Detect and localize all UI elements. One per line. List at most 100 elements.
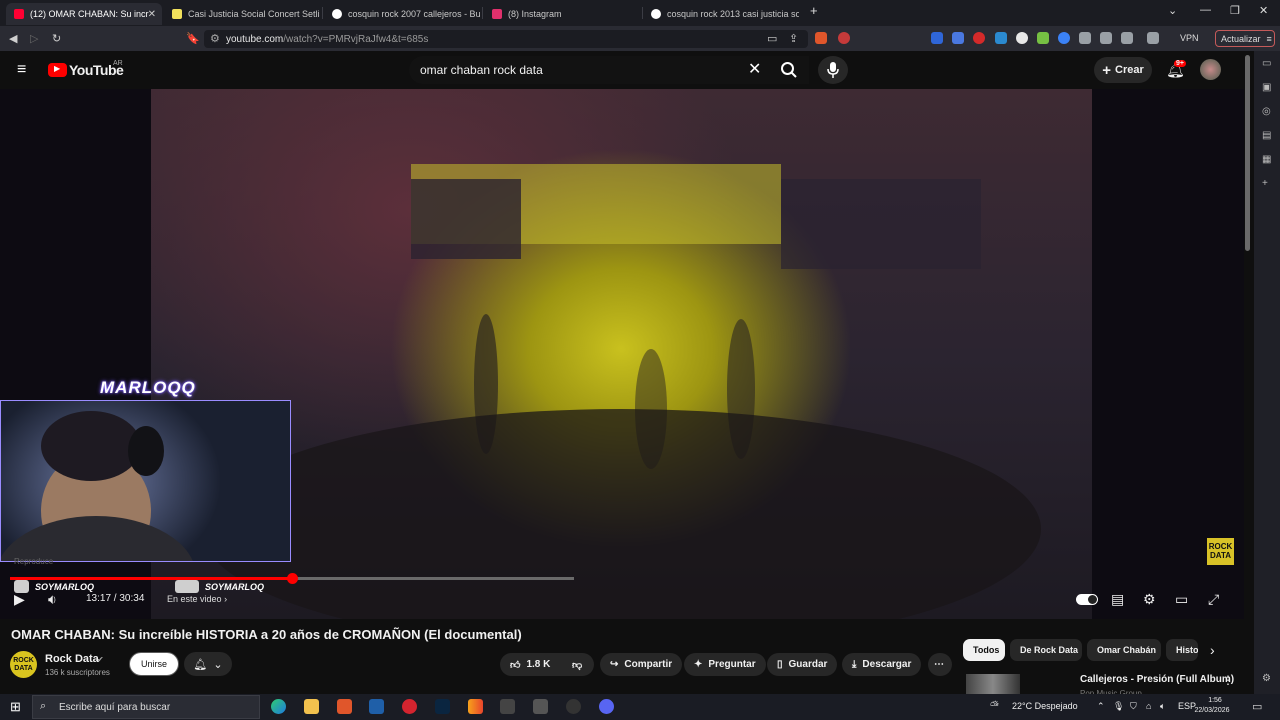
photoshop-icon[interactable] [435, 699, 450, 714]
join-button[interactable]: Unirse [129, 652, 179, 676]
extension-8-icon[interactable] [1079, 32, 1091, 44]
sidebar-add-icon[interactable]: + [1262, 178, 1268, 189]
scrollbar-thumb[interactable] [1245, 55, 1250, 251]
tray-overflow-icon[interactable]: ⌃ [1097, 701, 1105, 712]
share-button[interactable]: ↪ Compartir [600, 653, 683, 676]
wallet-icon[interactable] [1147, 32, 1159, 44]
edge-icon[interactable] [271, 699, 286, 714]
taskbar-search-input[interactable]: Escribe aquí para buscar [32, 695, 260, 719]
security-tray-icon[interactable]: ⛉ [1130, 701, 1137, 712]
share-icon[interactable]: ⇪ [789, 32, 798, 45]
extension-2-icon[interactable] [952, 32, 964, 44]
recommended-thumbnail[interactable] [966, 674, 1020, 694]
recommended-more-icon[interactable]: ⋮ [1222, 673, 1234, 687]
obs-icon[interactable] [566, 699, 581, 714]
app-icon[interactable] [533, 699, 548, 714]
tab-search-chevron-icon[interactable]: ⌄ [1168, 4, 1177, 17]
music-icon[interactable] [1100, 32, 1112, 44]
volume-icon[interactable]: 🔉︎ [48, 591, 57, 608]
mic-tray-icon[interactable]: 🎙︎ [1113, 701, 1124, 712]
extension-3-icon[interactable] [973, 32, 985, 44]
tab-label: cosquin rock 2013 casi justicia social [667, 9, 799, 19]
subscription-bell-button[interactable]: 🔔︎ ⌄ [184, 652, 232, 676]
fullscreen-icon[interactable]: ⤢ [1208, 591, 1219, 608]
taskbar-clock[interactable]: 1:56 22/03/2026 [1194, 696, 1230, 716]
chapter-button[interactable]: En este video › [167, 594, 227, 604]
sidebar-icon-5[interactable]: ▦ [1262, 154, 1271, 165]
brave-shields-icon[interactable] [815, 32, 827, 44]
reader-icon[interactable]: ▭ [767, 32, 777, 45]
close-tab-icon[interactable]: ✕ [148, 9, 156, 20]
miniplayer-icon[interactable]: ▭ [1175, 591, 1188, 608]
more-actions-button[interactable]: ⋯ [928, 653, 952, 676]
chips-next-chevron-icon[interactable]: › [1210, 642, 1215, 658]
channel-avatar[interactable]: ROCK DATA [10, 651, 37, 678]
notification-center-icon[interactable]: ▭ [1252, 700, 1262, 713]
clear-search-icon[interactable]: ✕ [748, 59, 761, 79]
scrubber-knob[interactable] [287, 573, 298, 584]
tab-youtube[interactable]: (12) OMAR CHABAN: Su incr ✕ [6, 3, 162, 25]
chip-historia[interactable]: Histo [1166, 639, 1198, 661]
reload-icon[interactable]: ↻ [52, 32, 61, 45]
weather-text[interactable]: 22°C Despejado [1012, 701, 1078, 711]
sidebar-settings-icon[interactable]: ⚙ [1262, 673, 1271, 684]
ask-button[interactable]: ✦ Preguntar [684, 653, 766, 676]
create-button[interactable]: + Crear [1094, 57, 1152, 83]
back-icon[interactable]: ◀ [9, 32, 17, 45]
bell-icon: 🔔︎ [193, 658, 208, 671]
forward-icon[interactable]: ▷ [30, 32, 38, 45]
download-button[interactable]: ⤓ Descargar [842, 653, 922, 676]
progress-bar[interactable] [10, 573, 574, 584]
settings-gear-icon[interactable]: ⚙ [1143, 591, 1156, 608]
sidebar-icon-3[interactable]: ◎ [1262, 106, 1271, 117]
capcut-icon[interactable] [500, 699, 515, 714]
file-explorer-icon[interactable] [304, 699, 319, 714]
search-button[interactable] [770, 56, 808, 84]
recommended-title[interactable]: Callejeros - Presión (Full Album) [1080, 674, 1234, 685]
chip-de-rock-data[interactable]: De Rock Data [1010, 639, 1082, 661]
app-v-icon[interactable] [369, 699, 384, 714]
maximize-icon[interactable]: ❐ [1230, 4, 1240, 17]
brave-rewards-icon[interactable] [838, 32, 850, 44]
chip-omar-chaban[interactable]: Omar Chabán [1087, 639, 1161, 661]
tab-setlist[interactable]: Casi Justicia Social Concert Setlist at [164, 3, 320, 25]
play-icon[interactable]: ▶ [14, 591, 25, 608]
hamburger-menu-icon[interactable]: ≡ [17, 61, 26, 79]
dislike-button[interactable]: 👎︎ [564, 653, 594, 676]
opera-icon[interactable] [402, 699, 417, 714]
account-avatar[interactable] [1200, 59, 1221, 80]
sidebar-icon-4[interactable]: ▤ [1262, 130, 1271, 141]
volume-tray-icon[interactable]: 🔈︎ [1160, 701, 1165, 712]
network-tray-icon[interactable]: ⌂ [1146, 701, 1151, 711]
voice-search-button[interactable] [818, 56, 848, 84]
discord-icon[interactable] [599, 699, 614, 714]
windows-start-icon[interactable]: ⊞ [10, 699, 21, 715]
extension-6-icon[interactable] [1037, 32, 1049, 44]
address-bar[interactable]: youtube.com/watch?v=PMRvjRaJfw4&t=685s [204, 30, 808, 48]
tab-search-2013[interactable]: cosquin rock 2013 casi justicia social [643, 3, 799, 25]
extension-4-icon[interactable] [995, 32, 1007, 44]
minimize-icon[interactable]: — [1200, 4, 1211, 16]
extension-1-icon[interactable] [931, 32, 943, 44]
sidebar-icon-2[interactable]: ▣ [1262, 82, 1271, 93]
subtitles-icon[interactable]: ▤ [1111, 591, 1124, 608]
chip-todos[interactable]: Todos [963, 639, 1005, 661]
brave-icon[interactable] [337, 699, 352, 714]
update-button[interactable]: Actualizar ≡ [1215, 30, 1275, 47]
extension-7-icon[interactable] [1058, 32, 1070, 44]
sidebar-icon-1[interactable]: ▭ [1262, 58, 1271, 69]
bookmark-icon[interactable]: 🔖 [186, 32, 200, 45]
sidebar-toggle-icon[interactable] [1121, 32, 1133, 44]
tab-search-2007[interactable]: cosquin rock 2007 callejeros - Busca [324, 3, 480, 25]
new-tab-icon[interactable]: + [810, 3, 818, 18]
vpn-label[interactable]: VPN [1180, 33, 1199, 43]
like-button[interactable]: 👍︎ 1.8 K [500, 653, 564, 676]
site-info-icon[interactable]: ⚙ [210, 32, 220, 45]
close-window-icon[interactable]: ✕ [1259, 4, 1268, 17]
channel-name[interactable]: Rock Data [45, 653, 99, 665]
tab-instagram[interactable]: (8) Instagram [484, 3, 640, 25]
save-button[interactable]: ▯ Guardar [767, 653, 838, 676]
extension-5-icon[interactable] [1016, 32, 1028, 44]
weather-icon[interactable]: ⛅︎ [990, 700, 999, 713]
fl-studio-icon[interactable] [468, 699, 483, 714]
